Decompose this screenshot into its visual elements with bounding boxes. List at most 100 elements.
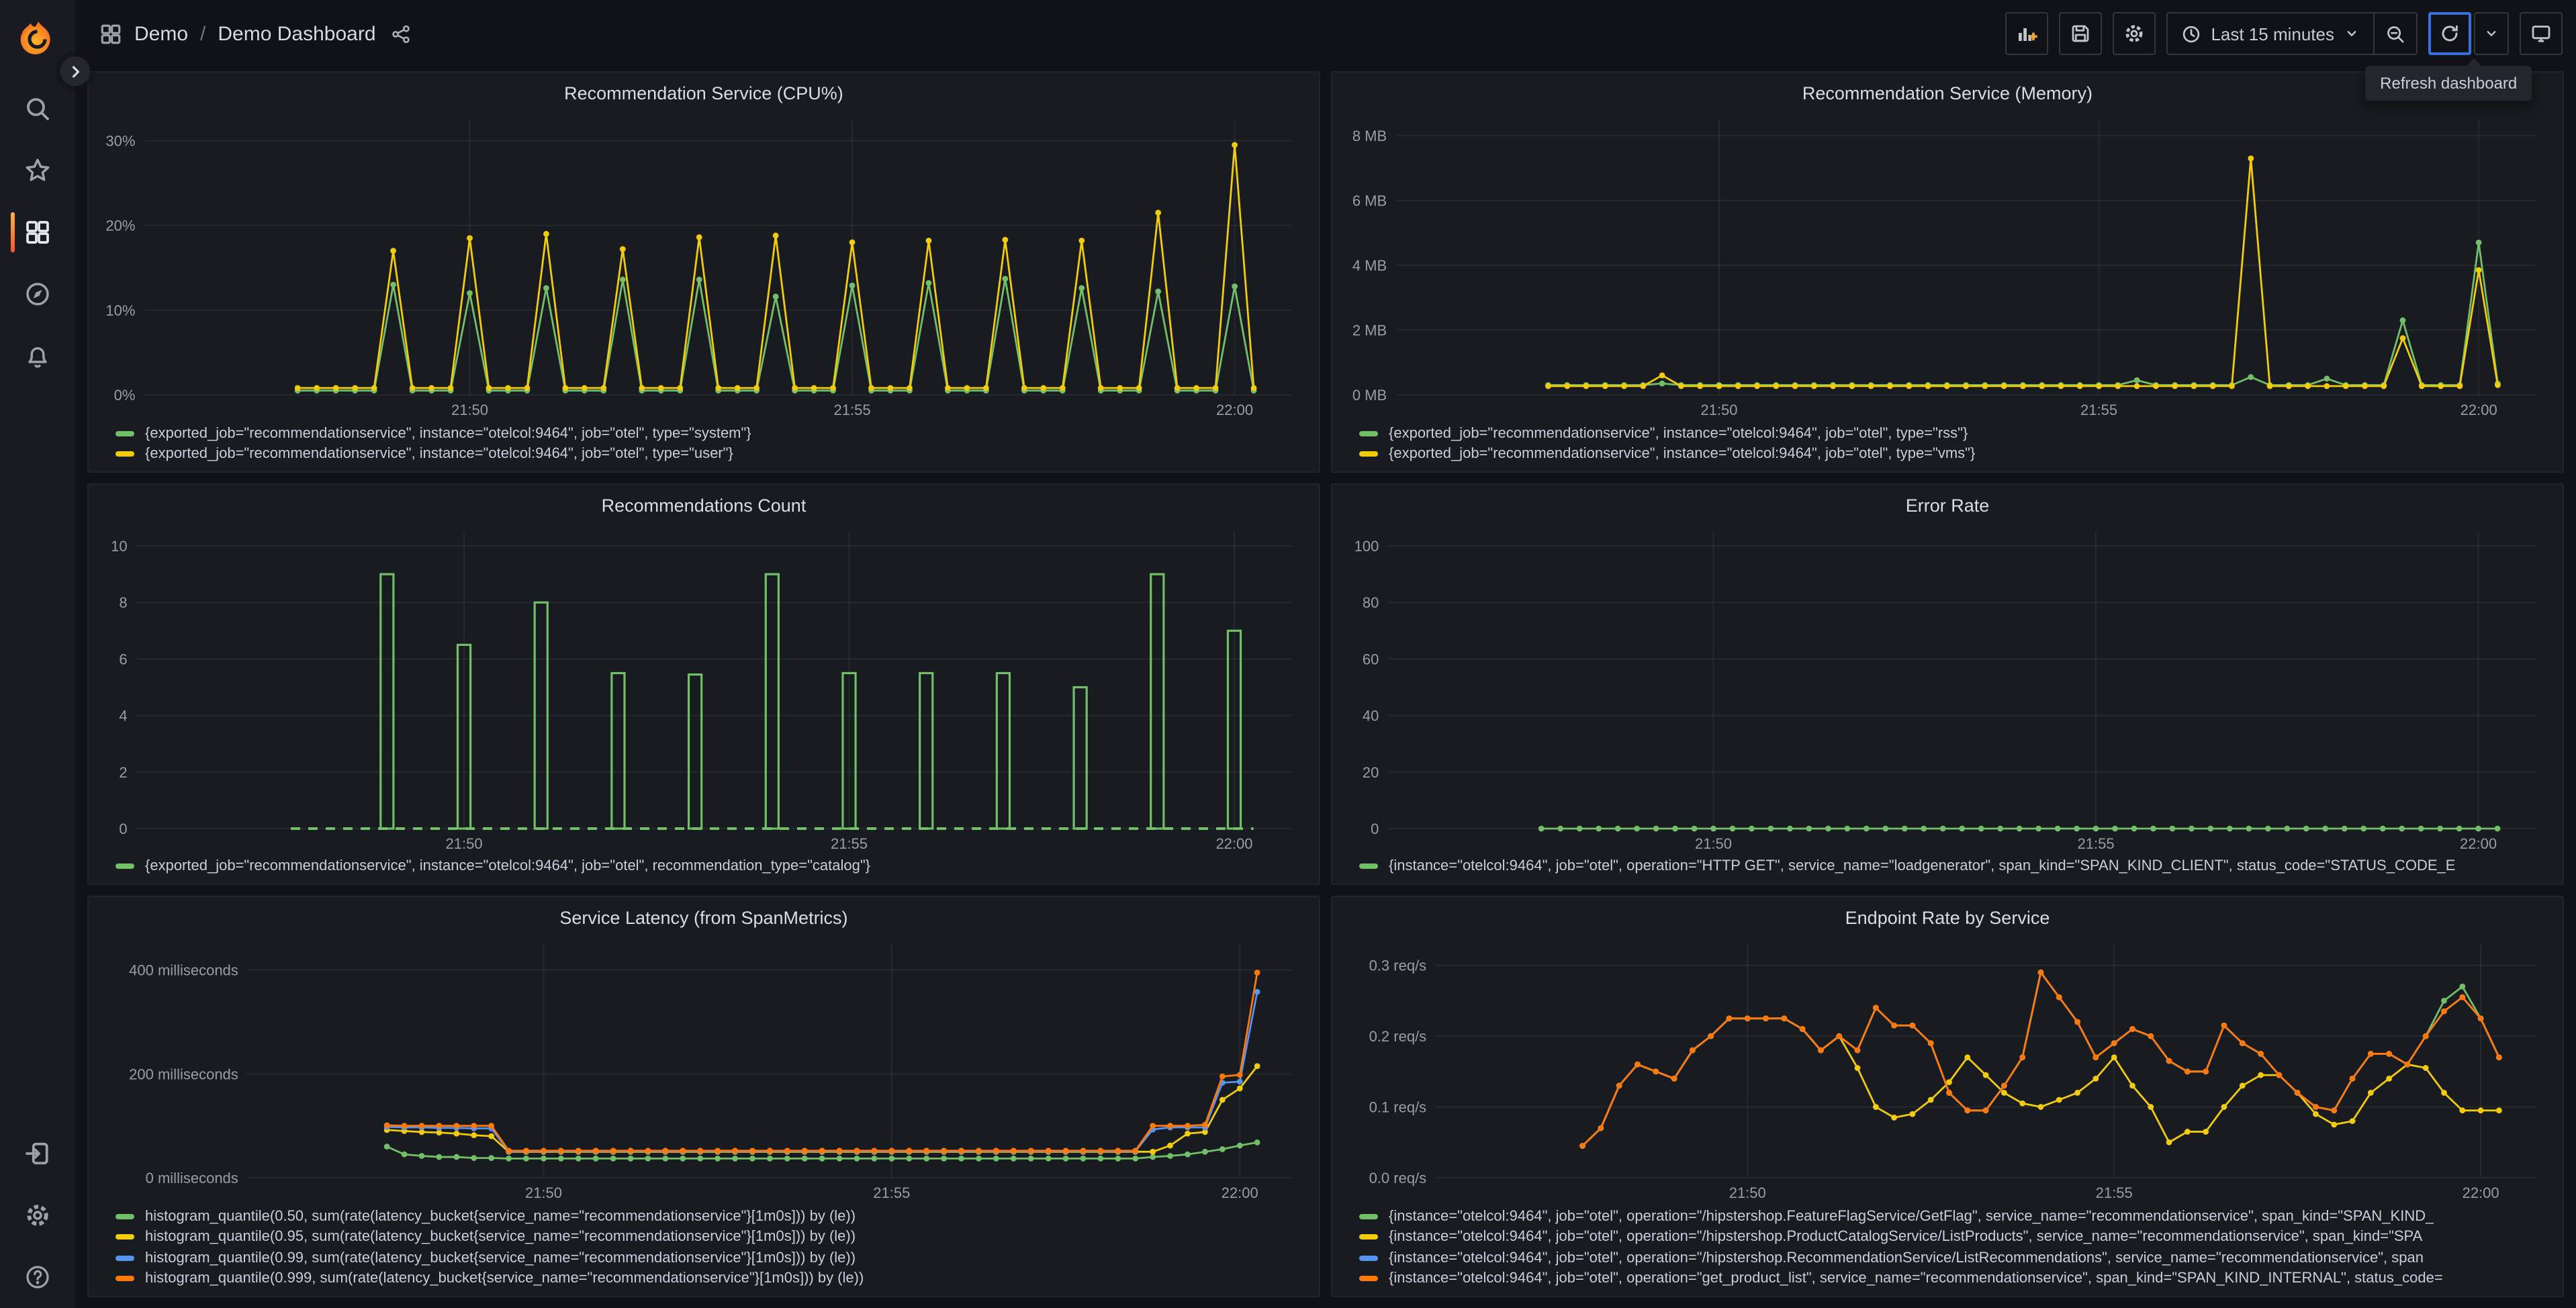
series-point — [1167, 1153, 1173, 1159]
panel-title[interactable]: Recommendation Service (CPU%) — [99, 75, 1308, 111]
series-point — [1943, 383, 1950, 389]
series-point — [1027, 1155, 1034, 1162]
sidebar-item-settings[interactable] — [0, 1184, 75, 1246]
series-point — [1236, 1142, 1243, 1149]
series-point — [1787, 825, 1793, 832]
series-point — [2246, 825, 2252, 832]
series-point — [2016, 825, 2023, 832]
panel-plot-area[interactable]: 0% 10% 20% 30% 21:50 21:55 22:00 — [102, 111, 1305, 420]
series-point — [964, 385, 970, 391]
sidebar-expand-button[interactable] — [60, 56, 90, 86]
panel-plot-area[interactable]: 0 2 4 6 8 10 21:50 21:55 22:00 — [102, 524, 1305, 853]
sidebar-item-explore[interactable] — [0, 263, 75, 325]
bar-pulse — [919, 671, 934, 830]
series-point — [2362, 383, 2368, 389]
series-point — [697, 1148, 704, 1154]
series-line — [1548, 158, 2499, 387]
legend-item[interactable]: {exported_job="recommendationservice", i… — [116, 856, 1308, 877]
time-range-label: Last 15 minutes — [2211, 24, 2334, 44]
series-point — [1583, 383, 1590, 389]
legend-item[interactable]: {exported_job="recommendationservice", i… — [116, 423, 1308, 444]
save-dashboard-button[interactable] — [2059, 12, 2103, 55]
chart-canvas[interactable]: 0% 10% 20% 30% 21:50 21:55 22:00 — [102, 111, 1305, 420]
sidebar-item-dashboards[interactable] — [0, 201, 75, 263]
breadcrumb-dashboard[interactable]: Demo Dashboard — [218, 22, 375, 45]
refresh-interval-button[interactable] — [2474, 12, 2509, 55]
legend-item[interactable]: {instance="otelcol:9464", job="otel", op… — [1359, 1268, 2552, 1289]
series-line — [1581, 970, 2500, 1147]
series-point — [2035, 825, 2042, 832]
series-point — [1963, 383, 1969, 389]
series-point — [523, 1148, 529, 1154]
legend-item[interactable]: {instance="otelcol:9464", job="otel", op… — [1359, 1248, 2552, 1268]
dashboard-settings-button[interactable] — [2113, 12, 2156, 55]
zoom-out-button[interactable] — [2375, 13, 2416, 54]
panel-plot-area[interactable]: 0 MB 2 MB 4 MB 6 MB 8 MB 21:50 21:55 22:00 — [1346, 111, 2549, 420]
series-point — [1806, 825, 1812, 832]
bar-pulse — [995, 671, 1011, 830]
time-range-picker[interactable]: Last 15 minutes — [2168, 13, 2373, 54]
series-point — [1219, 1146, 1226, 1152]
legend-item[interactable]: {instance="otelcol:9464", job="otel", op… — [1359, 1206, 2552, 1227]
chart-canvas[interactable]: 0 MB 2 MB 4 MB 6 MB 8 MB 21:50 21:55 22:00 — [1346, 111, 2549, 420]
series-point — [1155, 288, 1162, 295]
chart-canvas[interactable]: 0 milliseconds 200 milliseconds 400 millis… — [102, 936, 1305, 1203]
panel-plot-area[interactable]: 0.0 req/s 0.1 req/s 0.2 req/s 0.3 req/s 21:5… — [1346, 936, 2549, 1203]
legend-swatch — [116, 863, 134, 870]
add-panel-button[interactable] — [2005, 12, 2049, 55]
legend-item[interactable]: {instance="otelcol:9464", job="otel", op… — [1359, 1227, 2552, 1248]
legend-item[interactable]: {instance="otelcol:9464", job="otel", op… — [1359, 856, 2552, 877]
panel-legend: {instance="otelcol:9464", job="otel", op… — [1343, 1203, 2552, 1289]
legend-label: {instance="otelcol:9464", job="otel", op… — [1389, 1208, 2434, 1225]
series-point — [1002, 236, 1009, 243]
bar-pulse — [1150, 573, 1165, 830]
series-point — [2331, 1121, 2338, 1128]
sidebar-item-search[interactable] — [0, 78, 75, 140]
sidebar-item-alerting[interactable] — [0, 325, 75, 387]
series-point — [1671, 1075, 1677, 1082]
series-point — [2133, 383, 2140, 389]
series-point — [645, 1148, 651, 1154]
share-icon[interactable] — [391, 24, 411, 44]
panel-title[interactable]: Endpoint Rate by Service — [1343, 900, 2552, 936]
series-point — [1749, 825, 1755, 832]
legend-item[interactable]: histogram_quantile(0.95, sum(rate(latenc… — [116, 1227, 1308, 1248]
series-point — [2056, 994, 2062, 1000]
panel-title[interactable]: Service Latency (from SpanMetrics) — [99, 900, 1308, 936]
legend-item[interactable]: {exported_job="recommendationservice", i… — [1359, 444, 2552, 465]
y-axis-tick-label: 0.0 req/s — [1369, 1170, 1427, 1186]
series-point — [715, 385, 722, 391]
panel-plot-area[interactable]: 0 20 40 60 80 100 21:50 21:55 22:00 — [1346, 524, 2549, 853]
sidebar-item-starred[interactable] — [0, 140, 75, 201]
series-point — [645, 1155, 651, 1162]
chart-canvas[interactable]: 0 20 40 60 80 100 21:50 21:55 22:00 — [1346, 524, 2549, 854]
breadcrumb-folder[interactable]: Demo — [134, 22, 188, 45]
series-point — [2459, 1107, 2466, 1114]
bar-pulse — [764, 573, 780, 830]
refresh-button[interactable] — [2428, 12, 2471, 55]
chart-canvas[interactable]: 0 2 4 6 8 10 21:50 21:55 22:00 — [102, 524, 1305, 854]
legend-item[interactable]: histogram_quantile(0.99, sum(rate(latenc… — [116, 1248, 1308, 1268]
dashboard-panel-grid: Recommendation Service (CPU%) 0% 10% 20% 30… — [75, 67, 2576, 1297]
legend-item[interactable]: histogram_quantile(0.50, sum(rate(latenc… — [116, 1206, 1308, 1227]
series-point — [836, 1155, 843, 1162]
legend-swatch — [1359, 451, 1378, 457]
sidebar-item-sign-in[interactable] — [0, 1123, 75, 1184]
series-point — [467, 235, 473, 242]
series-point — [1659, 372, 1665, 379]
panel-title[interactable]: Recommendations Count — [99, 487, 1308, 524]
grafana-logo-icon[interactable] — [17, 19, 58, 59]
series-point — [2456, 383, 2463, 389]
legend-item[interactable]: {exported_job="recommendationservice", i… — [116, 444, 1308, 465]
sidebar-item-help[interactable] — [0, 1246, 75, 1308]
panel-plot-area[interactable]: 0 milliseconds 200 milliseconds 400 millis… — [102, 936, 1305, 1203]
legend-item[interactable]: histogram_quantile(0.999, sum(rate(laten… — [116, 1268, 1308, 1289]
series-point — [2437, 825, 2444, 832]
panel-title[interactable]: Error Rate — [1343, 487, 2552, 524]
kiosk-mode-button[interactable] — [2520, 12, 2563, 55]
series-point — [854, 1148, 860, 1154]
series-point — [662, 1155, 669, 1162]
chart-canvas[interactable]: 0.0 req/s 0.1 req/s 0.2 req/s 0.3 req/s 21:5… — [1346, 936, 2549, 1203]
legend-item[interactable]: {exported_job="recommendationservice", i… — [1359, 423, 2552, 444]
legend-swatch — [116, 1255, 134, 1261]
